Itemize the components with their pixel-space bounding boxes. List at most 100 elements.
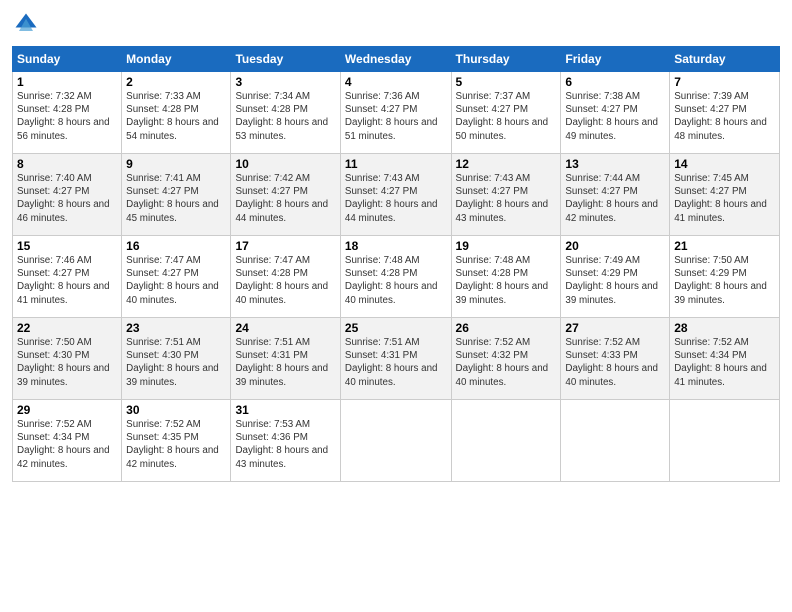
day-number: 1 — [17, 75, 117, 89]
day-info: Sunrise: 7:43 AM Sunset: 4:27 PM Dayligh… — [345, 173, 438, 224]
day-info: Sunrise: 7:37 AM Sunset: 4:27 PM Dayligh… — [456, 91, 549, 142]
calendar-cell: 28 Sunrise: 7:52 AM Sunset: 4:34 PM Dayl… — [670, 318, 780, 400]
day-info: Sunrise: 7:36 AM Sunset: 4:27 PM Dayligh… — [345, 91, 438, 142]
day-info: Sunrise: 7:45 AM Sunset: 4:27 PM Dayligh… — [674, 173, 767, 224]
day-info: Sunrise: 7:43 AM Sunset: 4:27 PM Dayligh… — [456, 173, 549, 224]
calendar-header-wednesday: Wednesday — [340, 47, 451, 72]
page: SundayMondayTuesdayWednesdayThursdayFrid… — [0, 0, 792, 612]
calendar-cell — [561, 400, 670, 482]
calendar-week-3: 15 Sunrise: 7:46 AM Sunset: 4:27 PM Dayl… — [13, 236, 780, 318]
calendar-header-monday: Monday — [122, 47, 231, 72]
day-info: Sunrise: 7:46 AM Sunset: 4:27 PM Dayligh… — [17, 255, 110, 306]
day-info: Sunrise: 7:39 AM Sunset: 4:27 PM Dayligh… — [674, 91, 767, 142]
day-number: 25 — [345, 321, 447, 335]
calendar-cell: 3 Sunrise: 7:34 AM Sunset: 4:28 PM Dayli… — [231, 72, 340, 154]
day-number: 4 — [345, 75, 447, 89]
day-number: 6 — [565, 75, 665, 89]
calendar-cell: 1 Sunrise: 7:32 AM Sunset: 4:28 PM Dayli… — [13, 72, 122, 154]
day-info: Sunrise: 7:51 AM Sunset: 4:30 PM Dayligh… — [126, 337, 219, 388]
day-number: 29 — [17, 403, 117, 417]
calendar-cell: 16 Sunrise: 7:47 AM Sunset: 4:27 PM Dayl… — [122, 236, 231, 318]
day-info: Sunrise: 7:38 AM Sunset: 4:27 PM Dayligh… — [565, 91, 658, 142]
calendar-cell: 20 Sunrise: 7:49 AM Sunset: 4:29 PM Dayl… — [561, 236, 670, 318]
calendar-cell: 29 Sunrise: 7:52 AM Sunset: 4:34 PM Dayl… — [13, 400, 122, 482]
calendar-cell: 26 Sunrise: 7:52 AM Sunset: 4:32 PM Dayl… — [451, 318, 561, 400]
calendar-cell — [451, 400, 561, 482]
day-number: 15 — [17, 239, 117, 253]
logo — [12, 10, 44, 38]
calendar-cell — [340, 400, 451, 482]
calendar-cell: 10 Sunrise: 7:42 AM Sunset: 4:27 PM Dayl… — [231, 154, 340, 236]
calendar-cell: 19 Sunrise: 7:48 AM Sunset: 4:28 PM Dayl… — [451, 236, 561, 318]
day-number: 17 — [235, 239, 335, 253]
day-number: 12 — [456, 157, 557, 171]
calendar-cell: 13 Sunrise: 7:44 AM Sunset: 4:27 PM Dayl… — [561, 154, 670, 236]
calendar-cell: 5 Sunrise: 7:37 AM Sunset: 4:27 PM Dayli… — [451, 72, 561, 154]
calendar-table: SundayMondayTuesdayWednesdayThursdayFrid… — [12, 46, 780, 482]
calendar-cell: 8 Sunrise: 7:40 AM Sunset: 4:27 PM Dayli… — [13, 154, 122, 236]
calendar-header-row: SundayMondayTuesdayWednesdayThursdayFrid… — [13, 47, 780, 72]
day-number: 18 — [345, 239, 447, 253]
day-info: Sunrise: 7:48 AM Sunset: 4:28 PM Dayligh… — [345, 255, 438, 306]
calendar-week-5: 29 Sunrise: 7:52 AM Sunset: 4:34 PM Dayl… — [13, 400, 780, 482]
day-number: 31 — [235, 403, 335, 417]
calendar-cell: 21 Sunrise: 7:50 AM Sunset: 4:29 PM Dayl… — [670, 236, 780, 318]
day-info: Sunrise: 7:52 AM Sunset: 4:35 PM Dayligh… — [126, 419, 219, 470]
calendar-cell: 30 Sunrise: 7:52 AM Sunset: 4:35 PM Dayl… — [122, 400, 231, 482]
day-number: 22 — [17, 321, 117, 335]
calendar-week-4: 22 Sunrise: 7:50 AM Sunset: 4:30 PM Dayl… — [13, 318, 780, 400]
calendar-week-1: 1 Sunrise: 7:32 AM Sunset: 4:28 PM Dayli… — [13, 72, 780, 154]
day-info: Sunrise: 7:42 AM Sunset: 4:27 PM Dayligh… — [235, 173, 328, 224]
day-info: Sunrise: 7:41 AM Sunset: 4:27 PM Dayligh… — [126, 173, 219, 224]
calendar-cell: 24 Sunrise: 7:51 AM Sunset: 4:31 PM Dayl… — [231, 318, 340, 400]
day-info: Sunrise: 7:51 AM Sunset: 4:31 PM Dayligh… — [235, 337, 328, 388]
day-number: 11 — [345, 157, 447, 171]
calendar-cell: 11 Sunrise: 7:43 AM Sunset: 4:27 PM Dayl… — [340, 154, 451, 236]
day-info: Sunrise: 7:44 AM Sunset: 4:27 PM Dayligh… — [565, 173, 658, 224]
calendar-header-sunday: Sunday — [13, 47, 122, 72]
day-info: Sunrise: 7:52 AM Sunset: 4:34 PM Dayligh… — [674, 337, 767, 388]
day-info: Sunrise: 7:49 AM Sunset: 4:29 PM Dayligh… — [565, 255, 658, 306]
day-info: Sunrise: 7:51 AM Sunset: 4:31 PM Dayligh… — [345, 337, 438, 388]
calendar-cell: 25 Sunrise: 7:51 AM Sunset: 4:31 PM Dayl… — [340, 318, 451, 400]
calendar-cell: 12 Sunrise: 7:43 AM Sunset: 4:27 PM Dayl… — [451, 154, 561, 236]
calendar-header-tuesday: Tuesday — [231, 47, 340, 72]
day-number: 27 — [565, 321, 665, 335]
day-info: Sunrise: 7:47 AM Sunset: 4:28 PM Dayligh… — [235, 255, 328, 306]
day-number: 28 — [674, 321, 775, 335]
logo-icon — [12, 10, 40, 38]
header — [12, 10, 780, 38]
day-number: 19 — [456, 239, 557, 253]
calendar-cell: 31 Sunrise: 7:53 AM Sunset: 4:36 PM Dayl… — [231, 400, 340, 482]
calendar-cell: 7 Sunrise: 7:39 AM Sunset: 4:27 PM Dayli… — [670, 72, 780, 154]
calendar-cell: 22 Sunrise: 7:50 AM Sunset: 4:30 PM Dayl… — [13, 318, 122, 400]
day-number: 23 — [126, 321, 226, 335]
calendar-cell: 27 Sunrise: 7:52 AM Sunset: 4:33 PM Dayl… — [561, 318, 670, 400]
calendar-header-thursday: Thursday — [451, 47, 561, 72]
day-info: Sunrise: 7:40 AM Sunset: 4:27 PM Dayligh… — [17, 173, 110, 224]
day-info: Sunrise: 7:52 AM Sunset: 4:32 PM Dayligh… — [456, 337, 549, 388]
day-info: Sunrise: 7:47 AM Sunset: 4:27 PM Dayligh… — [126, 255, 219, 306]
day-number: 5 — [456, 75, 557, 89]
day-number: 8 — [17, 157, 117, 171]
calendar-cell: 9 Sunrise: 7:41 AM Sunset: 4:27 PM Dayli… — [122, 154, 231, 236]
day-info: Sunrise: 7:34 AM Sunset: 4:28 PM Dayligh… — [235, 91, 328, 142]
day-number: 9 — [126, 157, 226, 171]
calendar-cell: 15 Sunrise: 7:46 AM Sunset: 4:27 PM Dayl… — [13, 236, 122, 318]
day-number: 13 — [565, 157, 665, 171]
calendar-header-friday: Friday — [561, 47, 670, 72]
day-number: 7 — [674, 75, 775, 89]
day-number: 2 — [126, 75, 226, 89]
day-info: Sunrise: 7:52 AM Sunset: 4:34 PM Dayligh… — [17, 419, 110, 470]
calendar-cell: 14 Sunrise: 7:45 AM Sunset: 4:27 PM Dayl… — [670, 154, 780, 236]
calendar-cell: 2 Sunrise: 7:33 AM Sunset: 4:28 PM Dayli… — [122, 72, 231, 154]
calendar-cell: 4 Sunrise: 7:36 AM Sunset: 4:27 PM Dayli… — [340, 72, 451, 154]
day-info: Sunrise: 7:50 AM Sunset: 4:29 PM Dayligh… — [674, 255, 767, 306]
day-info: Sunrise: 7:48 AM Sunset: 4:28 PM Dayligh… — [456, 255, 549, 306]
day-info: Sunrise: 7:50 AM Sunset: 4:30 PM Dayligh… — [17, 337, 110, 388]
day-info: Sunrise: 7:53 AM Sunset: 4:36 PM Dayligh… — [235, 419, 328, 470]
calendar-cell: 18 Sunrise: 7:48 AM Sunset: 4:28 PM Dayl… — [340, 236, 451, 318]
day-number: 16 — [126, 239, 226, 253]
day-number: 21 — [674, 239, 775, 253]
calendar-cell: 17 Sunrise: 7:47 AM Sunset: 4:28 PM Dayl… — [231, 236, 340, 318]
